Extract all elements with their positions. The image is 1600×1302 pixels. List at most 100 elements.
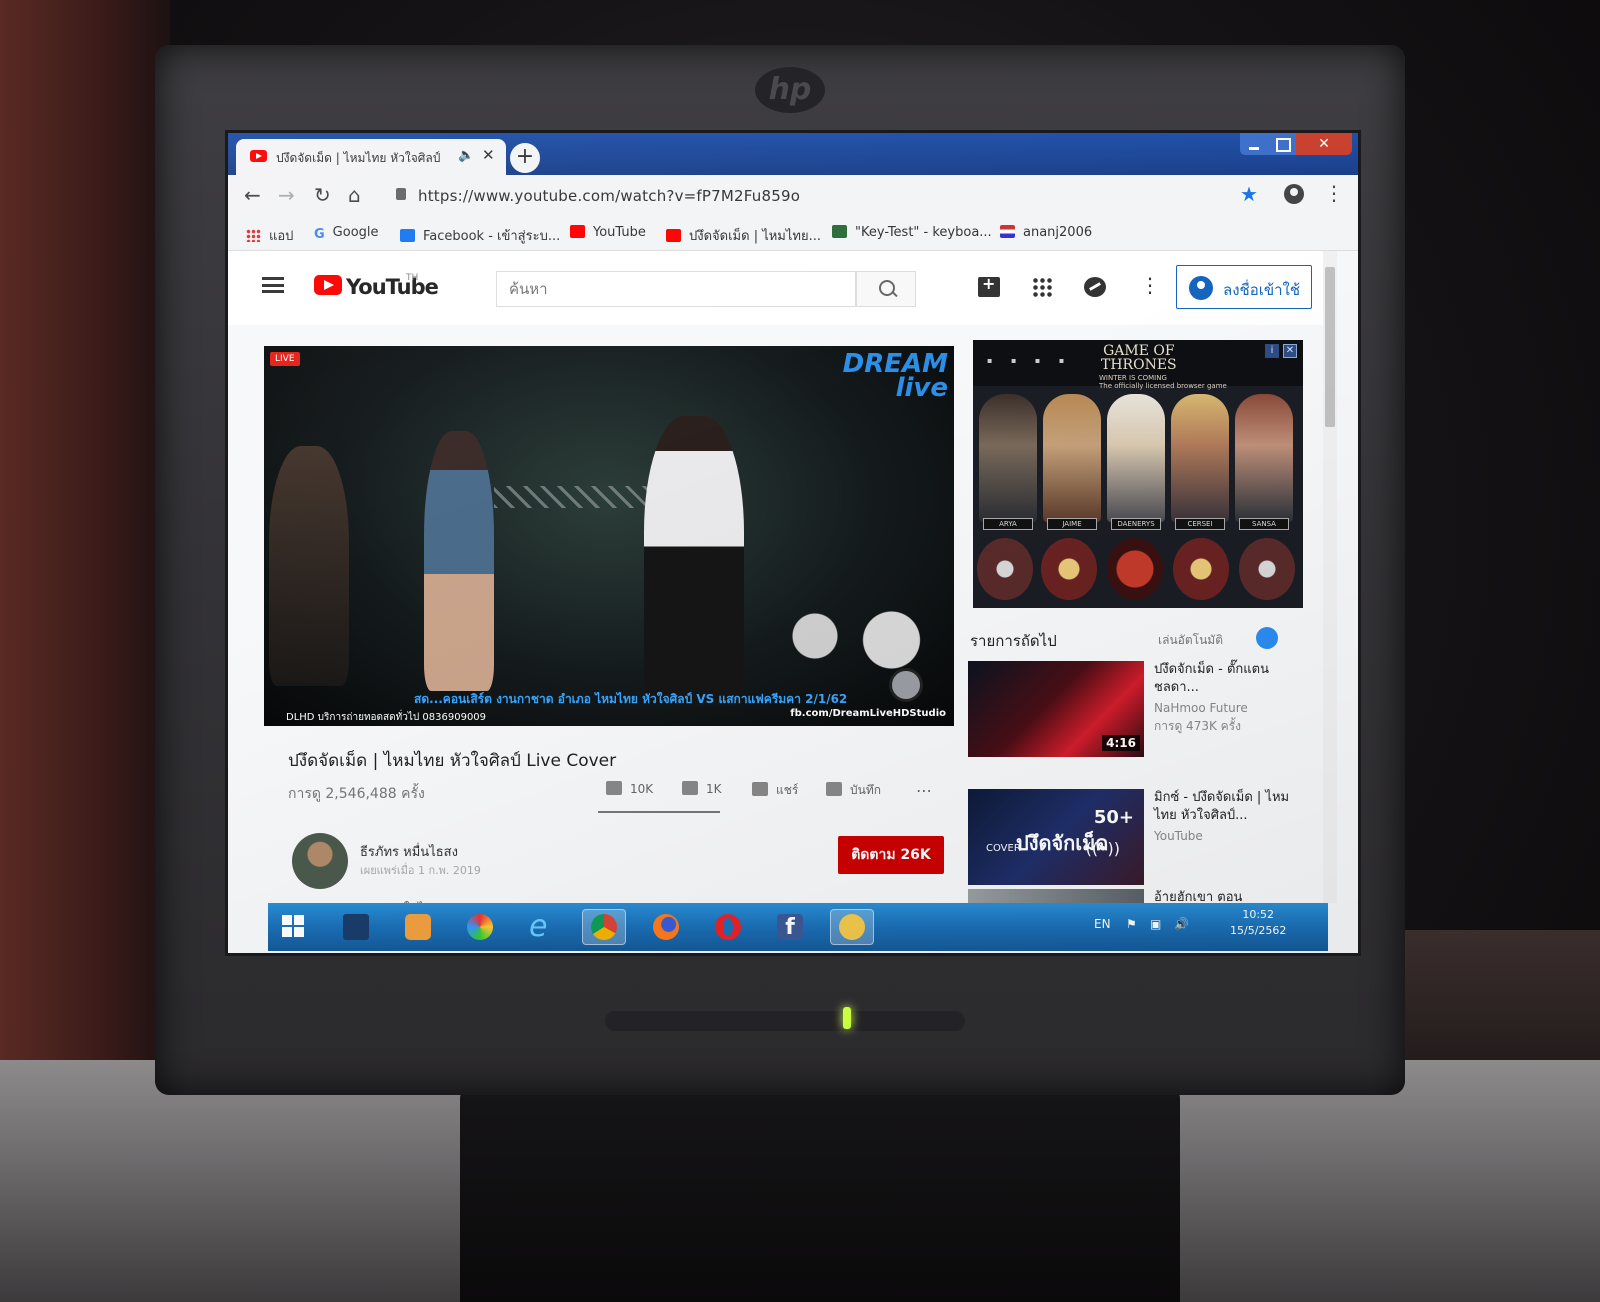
folder-icon — [343, 914, 369, 940]
more-icon[interactable]: ⋮ — [1140, 273, 1162, 297]
apps-icon[interactable] — [1032, 277, 1054, 297]
thumb-down-icon — [682, 781, 698, 795]
search-box — [496, 271, 856, 307]
clock-time: 10:52 — [1242, 908, 1275, 921]
language-indicator[interactable]: EN — [1094, 917, 1111, 931]
taskbar-opera[interactable] — [706, 909, 750, 945]
search-button[interactable] — [856, 271, 916, 307]
paint-icon — [467, 914, 493, 940]
taskbar-facebook[interactable]: f — [768, 909, 812, 945]
hero-cersei — [1171, 394, 1229, 522]
window-close-button[interactable]: ✕ — [1296, 133, 1352, 155]
minimize-button[interactable] — [1240, 133, 1268, 155]
channel-avatar[interactable] — [292, 833, 348, 889]
taskbar-chrome[interactable] — [582, 909, 626, 945]
taskbar-messenger[interactable] — [830, 909, 874, 945]
video-duration: 4:16 — [1102, 735, 1140, 751]
bookmark-apps[interactable]: แอป — [246, 225, 293, 246]
hero-arya — [979, 394, 1037, 522]
scrollbar-thumb[interactable] — [1325, 267, 1335, 427]
back-icon[interactable]: ← — [244, 183, 261, 207]
network-icon[interactable]: ▣ — [1150, 917, 1161, 931]
bookmark-star-icon[interactable]: ★ — [1240, 182, 1258, 206]
recommendation-title[interactable]: มิกซ์ - ปงึดจัดเม็ด | ไหมไทย หัวใจศิลป์.… — [1154, 789, 1304, 825]
tab-close-icon[interactable]: ✕ — [482, 146, 495, 164]
forward-icon[interactable]: → — [278, 183, 295, 207]
youtube-logo-icon[interactable] — [314, 275, 342, 295]
channel-name[interactable]: ธีรภัทร หมื่นไธสง — [360, 841, 458, 862]
messages-icon[interactable] — [1084, 277, 1106, 297]
bookmark-ananj[interactable]: ananj2006 — [1000, 225, 1092, 240]
bookmark-youtube[interactable]: YouTube — [570, 225, 646, 240]
bookmark-video[interactable]: ปงึดจัดเม็ด | ไหมไทย... — [666, 225, 821, 246]
address-bar[interactable]: https://www.youtube.com/watch?v=fP7M2Fu8… — [418, 187, 800, 205]
game-of-thrones-ad[interactable]: ▪ ▪ ▪ ▪ GAME OF THRONES WINTER IS COMING… — [973, 340, 1303, 608]
taskbar-firefox[interactable] — [644, 909, 688, 945]
apps-grid-icon — [246, 229, 261, 242]
media-player-icon — [405, 914, 431, 940]
volume-icon[interactable]: 🔊 — [1174, 917, 1189, 931]
ad-info-icon[interactable]: i — [1265, 344, 1279, 358]
facebook-app-icon: f — [777, 914, 803, 940]
home-icon[interactable]: ⌂ — [348, 183, 361, 207]
menu-icon[interactable] — [262, 277, 284, 293]
recommendation-channel: NaHmoo Future — [1154, 701, 1248, 715]
clock-date: 15/5/2562 — [1230, 924, 1287, 937]
windows-taskbar: e f EN ⚑ ▣ 🔊 10:52 15/5/2562 — [268, 903, 1328, 951]
thumbnail-cover-text: COVER — [986, 843, 1021, 854]
youtube-icon — [570, 225, 585, 238]
bookmark-key-test[interactable]: "Key-Test" - keyboa... — [832, 225, 992, 240]
facebook-icon — [400, 229, 415, 242]
start-button-icon[interactable] — [282, 915, 304, 937]
page-scrollbar[interactable] — [1323, 251, 1337, 903]
like-button[interactable]: 10K — [606, 781, 653, 796]
hero-jaime — [1043, 394, 1101, 522]
video-player[interactable]: LIVE DREAM live สด...คอนเสิร์ต งานกาชาด … — [264, 346, 954, 726]
lion-sigil-icon — [1173, 538, 1229, 600]
bookmark-facebook[interactable]: Facebook - เข้าสู่ระบ... — [400, 225, 560, 246]
recommendation-thumbnail[interactable]: 4:16 — [968, 661, 1144, 757]
browser-tab[interactable]: ปงึดจัดเม็ด | ไหมไทย หัวใจศิลป์ 🔈 ✕ — [236, 139, 506, 175]
ad-close-icon[interactable]: ✕ — [1283, 344, 1297, 358]
share-button[interactable]: แชร์ — [752, 781, 798, 800]
new-tab-button[interactable]: + — [510, 143, 540, 173]
tab-strip: ปงึดจัดเม็ด | ไหมไทย หัวใจศิลป์ 🔈 ✕ + ✕ — [228, 133, 1358, 175]
system-clock[interactable]: 10:52 15/5/2562 — [1230, 907, 1286, 939]
save-button[interactable]: บันทึก — [826, 781, 881, 800]
subscribe-button[interactable]: ติดตาม 26K — [838, 836, 944, 874]
dancer — [644, 416, 744, 706]
wolf-sigil-icon — [977, 538, 1033, 600]
youtube-logo-text[interactable]: YouTube — [346, 275, 439, 299]
speaker-icon[interactable]: 🔈 — [458, 148, 474, 163]
taskbar-ie[interactable]: e — [520, 909, 564, 945]
autoplay-toggle[interactable] — [1256, 627, 1278, 649]
youtube-header: YouTube TH ⋮ ลงชื่อเข้าใช้ — [228, 251, 1323, 325]
monitor-buttons[interactable] — [605, 1011, 965, 1031]
autoplay-label: เล่นอัตโนมัติ — [1158, 633, 1224, 647]
action-center-flag-icon[interactable]: ⚑ — [1126, 917, 1137, 931]
thumb-up-icon — [606, 781, 622, 795]
more-actions-icon[interactable]: ⋯ — [916, 781, 932, 800]
create-video-icon[interactable] — [978, 274, 1000, 297]
taskbar-media-player[interactable] — [396, 909, 440, 945]
browser-menu-icon[interactable]: ⋮ — [1324, 181, 1344, 205]
bookmark-google[interactable]: G Google — [314, 225, 379, 242]
account-icon[interactable] — [1284, 184, 1304, 204]
video-overlay-button[interactable] — [889, 668, 923, 702]
ad-header: ▪ ▪ ▪ ▪ GAME OF THRONES WINTER IS COMING… — [973, 340, 1303, 390]
power-led-icon — [843, 1007, 851, 1029]
wall-background — [0, 0, 170, 1100]
sign-in-button[interactable]: ลงชื่อเข้าใช้ — [1176, 265, 1312, 309]
reload-icon[interactable]: ↻ — [314, 183, 331, 207]
recommendation-title[interactable]: ปงึดจักเม็ด - ตั๊กแตน ชลดา... — [1154, 661, 1304, 697]
maximize-button[interactable] — [1268, 133, 1296, 155]
recommendation-thumbnail[interactable]: 50+ ปงึดจักเม็ด COVER ((•)) — [968, 789, 1144, 885]
view-count: การดู 2,546,488 ครั้ง — [288, 786, 425, 802]
taskbar-paint[interactable] — [458, 909, 502, 945]
messenger-icon — [839, 914, 865, 940]
dislike-button[interactable]: 1K — [682, 781, 722, 796]
taskbar-explorer[interactable] — [334, 909, 378, 945]
search-input[interactable] — [497, 272, 855, 306]
hero-sansa — [1235, 394, 1293, 522]
video-caption: สด...คอนเสิร์ต งานกาชาด อำเภอ ไหมไทย หัว… — [414, 692, 848, 706]
